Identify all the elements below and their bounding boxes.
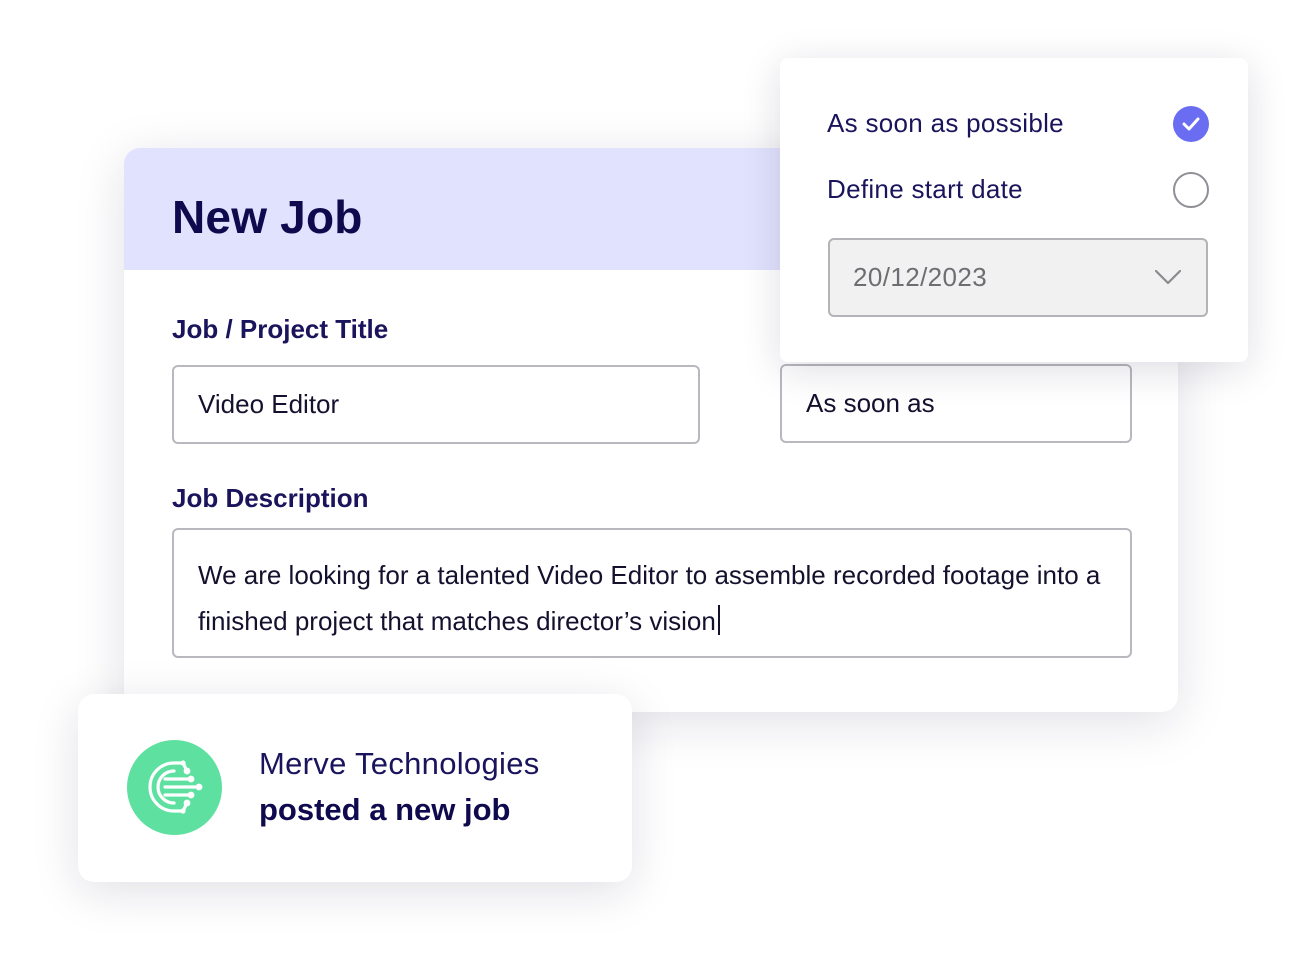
circuit-logo-icon xyxy=(127,740,222,835)
page-title: New Job xyxy=(172,191,363,243)
company-name[interactable]: Merve Technologies xyxy=(259,746,540,782)
job-title-value: Video Editor xyxy=(198,389,340,419)
job-description-textarea[interactable]: We are looking for a talented Video Edit… xyxy=(172,528,1132,658)
text-cursor xyxy=(717,605,720,635)
option-label: As soon as possible xyxy=(827,108,1064,138)
radio-checked-icon[interactable] xyxy=(1173,106,1209,142)
option-label: Define start date xyxy=(827,174,1023,204)
notification-card: Merve Technologies posted a new job xyxy=(78,694,632,882)
date-value: 20/12/2023 xyxy=(853,262,988,292)
option-define-start-date[interactable]: Define start date xyxy=(827,168,1209,212)
option-as-soon-as-possible[interactable]: As soon as possible xyxy=(827,102,1209,146)
job-description-text-wrap: We are looking for a talented Video Edit… xyxy=(198,552,1106,644)
start-date-dropdown: As soon as possible Define start date 20… xyxy=(780,58,1248,362)
date-select[interactable]: 20/12/2023 xyxy=(828,238,1208,317)
radio-empty-icon[interactable] xyxy=(1173,172,1209,208)
job-description-value: We are looking for a talented Video Edit… xyxy=(198,560,1101,636)
job-title-input[interactable]: Video Editor xyxy=(172,365,700,444)
start-date-field[interactable]: As soon as xyxy=(780,364,1132,443)
start-date-value: As soon as xyxy=(806,388,935,418)
chevron-down-icon xyxy=(1154,269,1182,285)
notification-action-text: posted a new job xyxy=(259,792,511,827)
job-title-label: Job / Project Title xyxy=(172,314,389,344)
job-description-label: Job Description xyxy=(172,483,369,513)
